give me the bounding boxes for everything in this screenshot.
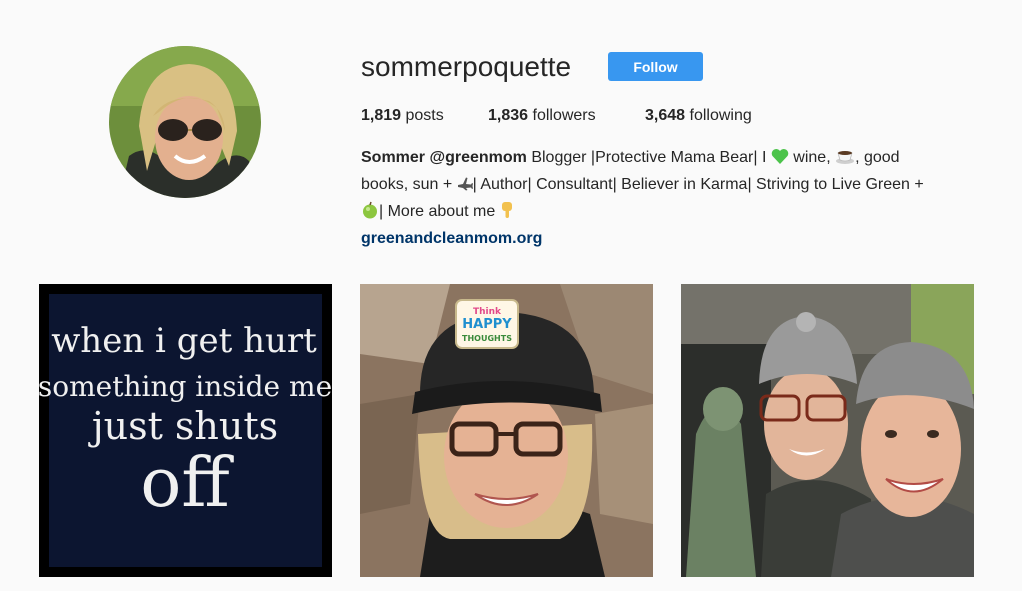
- quote-line-3: just shuts: [88, 404, 278, 448]
- bio-line-1: Sommer @greenmom Blogger |Protective Mam…: [361, 146, 961, 173]
- bio-line-2: books, sun + | Author| Consultant| Belie…: [361, 173, 961, 200]
- following-label: following: [689, 107, 752, 124]
- bio-text-1c: , good: [855, 149, 900, 166]
- profile-username: sommerpoquette: [361, 51, 572, 82]
- bio-name: Sommer @greenmom: [361, 149, 527, 166]
- airplane-icon: [457, 176, 473, 200]
- bio-line-3: | More about me: [361, 200, 961, 227]
- bio-text-2b: | Author| Consultant| Believer in Karma|…: [472, 176, 924, 193]
- green-apple-icon: [361, 201, 379, 227]
- profile-bio: Sommer @greenmom Blogger |Protective Mam…: [361, 146, 961, 251]
- follow-button[interactable]: Follow: [608, 52, 703, 81]
- followers-stat[interactable]: 1,836 followers: [488, 106, 596, 126]
- pointing-down-icon: [500, 201, 514, 227]
- cap-patch-line-1: Think: [473, 307, 502, 317]
- bio-text-2a: books, sun +: [361, 176, 457, 193]
- post-thumbnail-3[interactable]: [681, 284, 974, 577]
- bio-line-4: greenandcleanmom.org: [361, 227, 961, 251]
- post-thumbnail-1[interactable]: when i get hurt something inside me just…: [39, 284, 332, 577]
- green-heart-icon: [771, 148, 789, 173]
- bio-text-3a: | More about me: [379, 203, 500, 220]
- cap-patch-line-2: HAPPY: [462, 317, 512, 332]
- followers-count: 1,836: [488, 107, 529, 124]
- cap-patch-line-3: THOUGHTS: [462, 334, 512, 343]
- profile-avatar[interactable]: [109, 46, 261, 198]
- quote-line-1: when i get hurt: [51, 321, 317, 361]
- posts-label: posts: [405, 107, 444, 124]
- followers-label: followers: [532, 107, 596, 124]
- post-thumbnail-2[interactable]: Think HAPPY THOUGHTS: [360, 284, 653, 577]
- bio-text-1b: wine,: [788, 149, 836, 166]
- quote-line-4: off: [140, 444, 234, 523]
- bio-website-link[interactable]: greenandcleanmom.org: [361, 230, 542, 247]
- posts-stat: 1,819 posts: [361, 106, 444, 126]
- coffee-icon: [835, 147, 855, 173]
- bio-text-1a: Blogger |Protective Mama Bear| I: [526, 149, 771, 166]
- following-count: 3,648: [645, 107, 686, 124]
- following-stat[interactable]: 3,648 following: [645, 106, 752, 126]
- quote-line-2: something inside me: [39, 370, 332, 403]
- posts-count: 1,819: [361, 107, 402, 124]
